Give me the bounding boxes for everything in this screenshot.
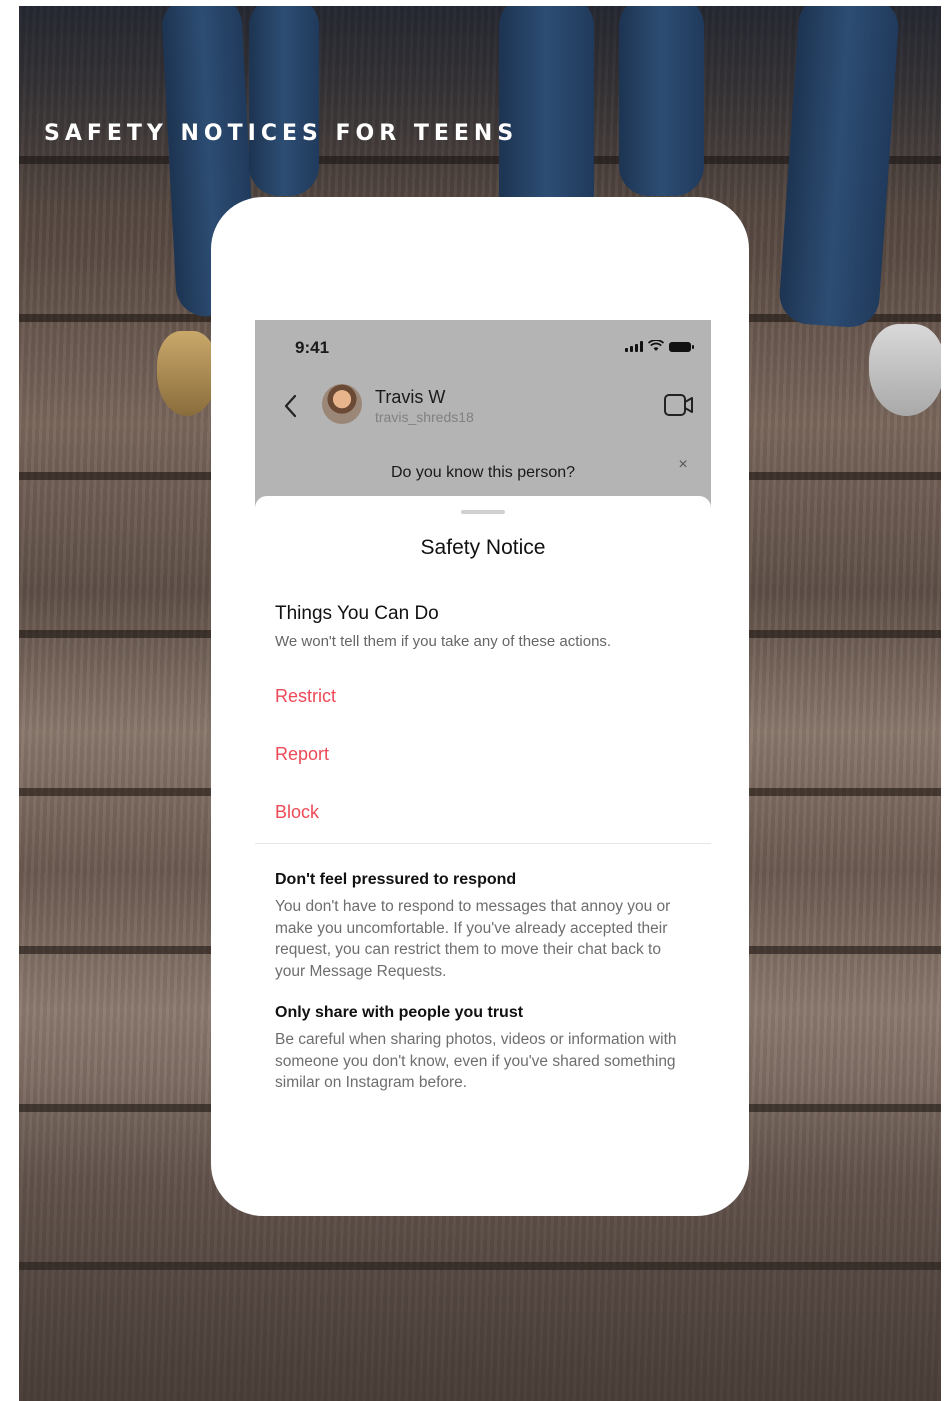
back-chevron-icon[interactable] [281, 392, 301, 420]
sheet-grabber[interactable] [461, 510, 505, 514]
tip-body: You don't have to respond to messages th… [275, 898, 671, 981]
know-person-prompt: Do you know this person? [390, 464, 576, 481]
block-button[interactable]: Block [275, 802, 319, 823]
cellular-signal-icon [625, 341, 643, 352]
chat-header-dimmed: 9:41 Travis W travis_shreds18 Do you kno… [255, 320, 711, 510]
things-subtitle: We won't tell them if you take any of th… [275, 633, 612, 650]
battery-icon [669, 342, 694, 352]
scroll-fade [255, 1106, 711, 1160]
tip-body: Be careful when sharing photos, videos o… [275, 1031, 677, 1092]
page-title: SAFETY NOTICES FOR TEENS [44, 121, 519, 146]
close-icon[interactable]: × [675, 456, 691, 474]
phone-card: 9:41 Travis W travis_shreds18 Do you kno… [211, 197, 749, 1216]
wifi-icon [648, 340, 664, 352]
divider [255, 843, 711, 844]
tip-heading: Only share with people you trust [275, 1004, 524, 1021]
phone-screen: 9:41 Travis W travis_shreds18 Do you kno… [255, 320, 711, 1160]
things-heading: Things You Can Do [275, 603, 439, 624]
report-button[interactable]: Report [275, 744, 329, 765]
contact-handle: travis_shreds18 [375, 409, 474, 425]
restrict-button[interactable]: Restrict [275, 686, 336, 707]
safety-notice-sheet: Safety Notice Things You Can Do We won't… [255, 496, 711, 1160]
sheet-title: Safety Notice [420, 536, 546, 559]
tip-heading: Don't feel pressured to respond [275, 871, 517, 888]
avatar[interactable] [322, 384, 362, 424]
video-call-icon[interactable] [663, 393, 695, 417]
status-time: 9:41 [295, 338, 330, 357]
contact-name[interactable]: Travis W [375, 387, 445, 408]
status-icons [625, 340, 694, 352]
